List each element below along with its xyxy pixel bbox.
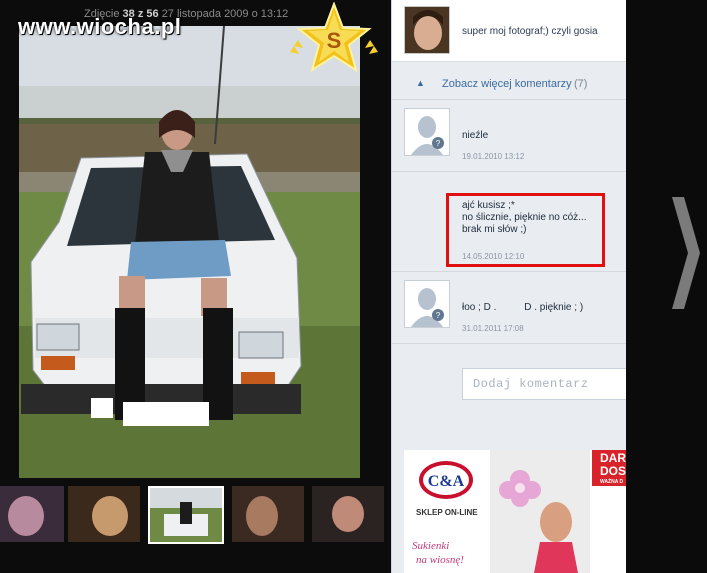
comment-date: 19.01.2010 13:12 <box>462 152 525 161</box>
badge-letter: S <box>327 28 342 53</box>
star-badge-icon: S <box>290 2 378 73</box>
next-arrow-icon[interactable] <box>670 195 702 311</box>
comment-text: łoo ; D . D . pięknie ; ) <box>462 302 584 313</box>
more-comments-link[interactable]: ▲ Zobacz więcej komentarzy (7) <box>392 68 627 100</box>
add-comment-input[interactable]: Dodaj komentarz <box>462 368 637 400</box>
main-photo[interactable] <box>19 26 360 478</box>
chevron-up-icon: ▲ <box>416 78 425 88</box>
ca-logo-icon: C&A <box>419 461 473 499</box>
advertisement-banner[interactable]: C&A SKLEP ON-LINE Sukienki na wiosnę! DA… <box>404 450 627 573</box>
thumbnail-5[interactable] <box>312 486 384 542</box>
promo-small: WAŻNA D <box>600 479 624 485</box>
right-dark-area <box>626 0 707 573</box>
thumbnail-3-active[interactable] <box>148 486 224 544</box>
default-avatar-icon[interactable]: ? <box>404 280 450 328</box>
svg-text:?: ? <box>436 139 441 148</box>
highlight-box <box>446 193 605 267</box>
promo-badge: DAR DOS WAŻNA D <box>592 450 627 486</box>
top-comment: super moj fotograf;) czyli gosia <box>392 0 627 62</box>
brand-text: C&A <box>428 473 465 490</box>
shop-label: SKLEP ON-LINE <box>416 508 478 517</box>
thumbnail-strip <box>0 484 390 544</box>
comment-date: 31.01.2011 17:08 <box>462 324 524 333</box>
comment-item: ? łoo ; D . D . pięknie ; ) 31.01.2011 1… <box>392 272 627 344</box>
ad-slogan-line2: na wiosnę! <box>416 554 464 566</box>
flower-decoration <box>490 450 590 573</box>
thumbnail-4[interactable] <box>232 486 304 542</box>
default-avatar-icon[interactable]: ? <box>404 108 450 156</box>
site-watermark: www.wiocha.pl <box>18 14 182 39</box>
comments-panel: super moj fotograf;) czyli gosia ▲ Zobac… <box>391 0 637 573</box>
top-comment-text: super moj fotograf;) czyli gosia <box>462 26 598 37</box>
add-comment-placeholder: Dodaj komentarz <box>473 377 589 391</box>
promo-line2: DOS <box>600 464 627 478</box>
more-comments-label: Zobacz więcej komentarzy <box>442 78 572 90</box>
thumbnail-1[interactable] <box>0 486 64 542</box>
svg-text:?: ? <box>436 311 441 320</box>
comment-text: nieźle <box>462 130 489 141</box>
thumbnail-2[interactable] <box>68 486 140 542</box>
commenter-avatar[interactable] <box>404 6 450 54</box>
photo-viewer: Zdjęcie 38 z 56 27 listopada 2009 o 13:1… <box>0 0 390 573</box>
ad-slogan-line1: Sukienki <box>412 540 450 552</box>
comment-item: ? nieźle 19.01.2010 13:12 <box>392 100 627 172</box>
more-comments-count: (7) <box>574 78 588 90</box>
